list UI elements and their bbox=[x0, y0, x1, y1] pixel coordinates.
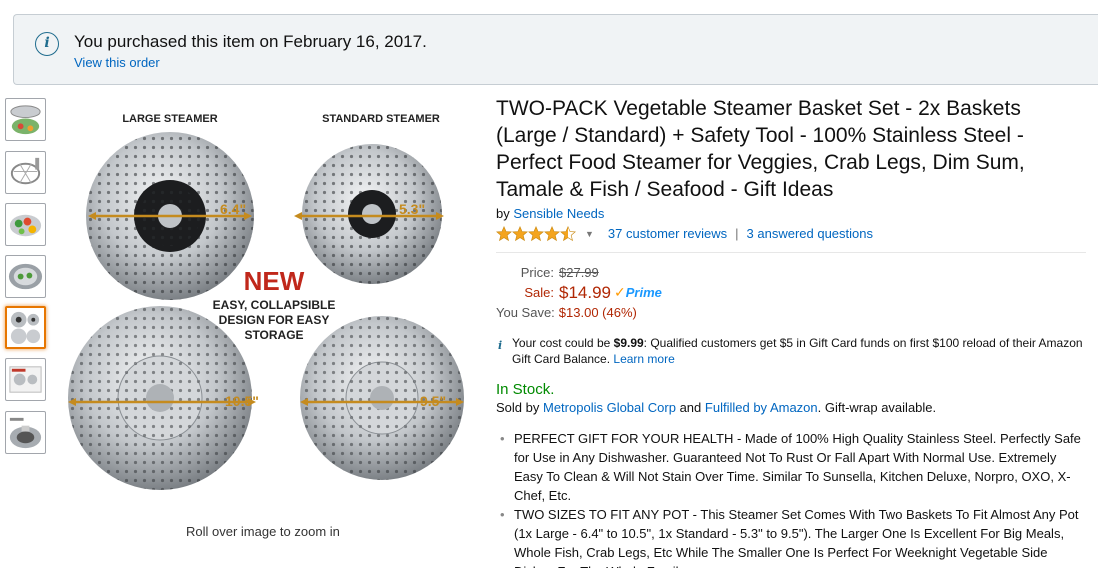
thumbnail-5[interactable] bbox=[5, 306, 46, 349]
dim-standard-closed: 5.3" bbox=[399, 201, 425, 217]
feature-bullets: PERFECT GIFT FOR YOUR HEALTH - Made of 1… bbox=[496, 429, 1086, 568]
label-standard-steamer: STANDARD STEAMER bbox=[322, 113, 440, 125]
standard-steamer-closed: 5.3" bbox=[294, 144, 444, 284]
zoom-caption: Roll over image to zoom in bbox=[186, 524, 340, 539]
purchase-message: You purchased this item on February 16, … bbox=[74, 32, 427, 51]
thumbnail-1[interactable] bbox=[5, 98, 46, 141]
prime-text: Prime bbox=[625, 285, 662, 300]
by-label: by bbox=[496, 206, 510, 221]
price-block: Price: $27.99 Sale: $14.99 ✓ Prime You S… bbox=[496, 263, 1086, 322]
new-subtitle-line-2: DESIGN FOR EASY bbox=[219, 313, 330, 327]
separator: | bbox=[735, 226, 739, 241]
new-subtitle-line-1: EASY, COLLAPSIBLE bbox=[213, 298, 336, 312]
label-large-steamer: LARGE STEAMER bbox=[122, 113, 217, 125]
gift-price: $9.99 bbox=[613, 336, 644, 350]
dim-large-closed: 6.4" bbox=[220, 201, 246, 217]
new-badge: NEW bbox=[244, 266, 305, 296]
star-full-icon bbox=[528, 225, 544, 241]
questions-link[interactable]: 3 answered questions bbox=[747, 226, 873, 241]
and-text: and bbox=[679, 400, 702, 415]
large-steamer-open: 10.5" bbox=[68, 306, 259, 490]
star-full-icon bbox=[496, 225, 512, 241]
dim-large-open: 10.5" bbox=[225, 393, 259, 409]
thumbnail-4[interactable] bbox=[5, 255, 46, 298]
price-label: Price: bbox=[520, 265, 554, 280]
brand-link[interactable]: Sensible Needs bbox=[513, 206, 604, 221]
prime-check-icon: ✓ bbox=[614, 284, 626, 300]
view-order-link[interactable]: View this order bbox=[74, 55, 160, 70]
save-label: You Save: bbox=[496, 305, 555, 320]
save-value: $13.00 (46%) bbox=[558, 305, 637, 320]
stock-status: In Stock. bbox=[496, 381, 555, 398]
gift-wrap-text: . Gift-wrap available. bbox=[817, 400, 937, 415]
chevron-down-icon[interactable]: ▼ bbox=[585, 229, 594, 239]
product-info: TWO-PACK Vegetable Steamer Basket Set - … bbox=[496, 95, 1086, 568]
seller-link[interactable]: Metropolis Global Corp bbox=[543, 400, 676, 415]
sold-by-label: Sold by bbox=[496, 400, 540, 415]
new-subtitle-line-3: STORAGE bbox=[244, 328, 303, 342]
fulfilled-by-link[interactable]: Fulfilled by Amazon bbox=[705, 400, 818, 415]
standard-steamer-open: 9.5" bbox=[300, 316, 464, 480]
prime-badge[interactable]: ✓ Prime bbox=[614, 284, 662, 301]
sale-label: Sale: bbox=[524, 285, 554, 300]
thumbnail-3[interactable] bbox=[5, 203, 46, 246]
gift-card-offer: i Your cost could be $9.99: Qualified cu… bbox=[496, 335, 1096, 367]
thumbnail-6[interactable] bbox=[5, 358, 46, 401]
thumbnail-2[interactable] bbox=[5, 151, 46, 194]
info-icon: i bbox=[498, 339, 503, 352]
main-product-image[interactable]: LARGE STEAMER STANDARD STEAMER 6.4" 5.3"… bbox=[68, 98, 470, 508]
star-half-icon bbox=[560, 225, 576, 241]
star-full-icon bbox=[512, 225, 528, 241]
feature-bullet: PERFECT GIFT FOR YOUR HEALTH - Made of 1… bbox=[496, 429, 1086, 505]
reviews-link[interactable]: 37 customer reviews bbox=[608, 226, 727, 241]
star-full-icon bbox=[544, 225, 560, 241]
dim-standard-open: 9.5" bbox=[420, 393, 446, 409]
info-icon: i bbox=[35, 32, 59, 56]
ratings-row: ▼ 37 customer reviews | 3 answered quest… bbox=[496, 225, 1086, 242]
large-steamer-closed: 6.4" bbox=[86, 132, 254, 300]
purchase-banner: i You purchased this item on February 16… bbox=[13, 14, 1098, 85]
list-price: $27.99 bbox=[559, 265, 599, 280]
thumbnail-7[interactable] bbox=[5, 411, 46, 454]
feature-bullet: TWO SIZES TO FIT ANY POT - This Steamer … bbox=[496, 505, 1086, 568]
divider bbox=[496, 252, 1086, 253]
sale-price: $14.99 bbox=[559, 282, 611, 302]
product-title: TWO-PACK Vegetable Steamer Basket Set - … bbox=[496, 97, 1025, 201]
learn-more-link[interactable]: Learn more bbox=[613, 352, 674, 366]
gift-text-pre: Your cost could be bbox=[512, 336, 611, 350]
sold-by: Sold by Metropolis Global Corp and Fulfi… bbox=[496, 400, 1086, 415]
star-rating[interactable] bbox=[496, 225, 576, 242]
byline: by Sensible Needs bbox=[496, 206, 1086, 221]
